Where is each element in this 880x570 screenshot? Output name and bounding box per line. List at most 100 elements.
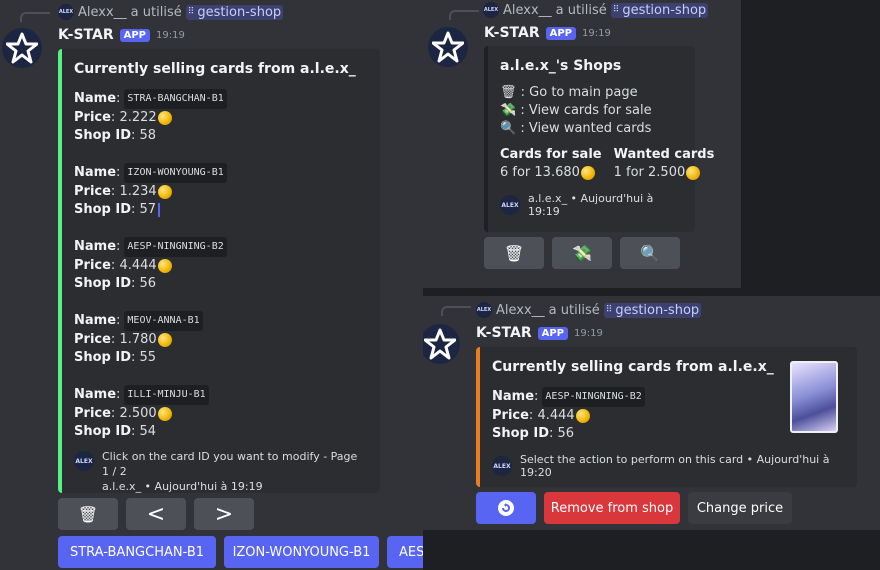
coin-icon: [157, 259, 172, 273]
embed-title: Currently selling cards from a.l.e.x_: [74, 61, 356, 77]
bot-name[interactable]: K-STAR: [476, 325, 532, 341]
card-button-aesp-ningning[interactable]: AES: [387, 536, 423, 568]
star-logo-icon: [424, 328, 456, 360]
star-logo-icon: [6, 32, 38, 64]
replier-avatar[interactable]: ALEX: [483, 2, 499, 18]
card-price: 4.444: [119, 258, 157, 273]
footer-author-time: a.l.e.x_ • Aujourd'hui à 19:19: [528, 192, 654, 218]
magnifier-icon: 🔍: [500, 121, 517, 136]
app-badge: APP: [119, 28, 151, 42]
card-name: AESP-NINGNING-B2: [124, 237, 227, 257]
text-cursor: [158, 203, 161, 217]
card-entry: Name: IZON-WONYOUNG-B1 Price: 1.234 Shop ID…: [74, 163, 366, 219]
replier-avatar[interactable]: ALEX: [58, 4, 74, 20]
name-label: Name: [74, 239, 117, 254]
command-mention[interactable]: ⠿ gestion-shop: [185, 4, 284, 20]
card-name: ILLI-MINJU-B1: [124, 385, 209, 405]
wanted-field: Wanted cards 1 for 2.500: [613, 146, 714, 182]
card-price: 2.500: [119, 406, 157, 421]
timestamp[interactable]: 19:19: [574, 328, 603, 339]
name-label: Name: [492, 389, 535, 404]
replier-name[interactable]: Alexx__: [503, 3, 552, 18]
prev-page-button[interactable]: <: [126, 498, 186, 530]
detail-message-panel: ALEX Alexx__ a utilisé ⠿ gestion-shop K-S…: [423, 296, 880, 530]
app-badge: APP: [537, 326, 569, 340]
timestamp[interactable]: 19:19: [156, 30, 185, 41]
card-price: 4.444: [537, 408, 575, 423]
replier-name[interactable]: Alexx__: [496, 303, 545, 318]
main-page-button[interactable]: 🗑: [484, 237, 544, 269]
shops-embed: a.l.e.x_'s Shops 🗑 : Go to main page 💸 :…: [484, 46, 714, 232]
footer-avatar: ALEX: [492, 456, 512, 476]
coin-icon: [157, 407, 172, 421]
embed-footer: ALEX Select the action to perform on thi…: [492, 453, 843, 479]
shop-id-label: Shop ID: [74, 350, 132, 365]
reply-verb: a utilisé: [555, 2, 607, 18]
command-mention[interactable]: ⠿ gestion-shop: [603, 302, 702, 318]
message-header: K-STAR APP 19:19: [58, 27, 185, 43]
bot-name[interactable]: K-STAR: [484, 25, 540, 41]
card-shop-id: 58: [139, 128, 157, 143]
reply-verb: a utilisé: [548, 302, 600, 318]
card-entry: Name: STRA-BANGCHAN-B1 Price: 2.222 Shop ID…: [74, 89, 366, 145]
next-page-button[interactable]: >: [194, 498, 254, 530]
coin-icon: [157, 185, 172, 199]
menu-main-page: 🗑 : Go to main page: [500, 85, 638, 100]
remove-from-shop-button[interactable]: Remove from shop: [544, 492, 680, 524]
wanted-value: 1 for 2.500: [613, 165, 686, 180]
card-name: AESP-NINGNING-B2: [542, 387, 645, 407]
price-label: Price: [74, 184, 111, 199]
trash-icon: 🗑: [500, 85, 517, 100]
replier-name[interactable]: Alexx__: [78, 5, 127, 20]
magnifier-icon: 🔍: [640, 243, 660, 263]
card-button-izon-wonyoung[interactable]: IZON-WONYOUNG-B1: [224, 536, 379, 568]
star-logo-icon: [432, 31, 464, 63]
card-entry: Name: MEOV-ANNA-B1 Price: 1.780 Shop ID: 55: [74, 311, 366, 367]
bot-avatar[interactable]: [2, 28, 42, 68]
shop-id-label: Shop ID: [74, 424, 132, 439]
refresh-button[interactable]: [476, 492, 536, 524]
card-name: MEOV-ANNA-B1: [124, 311, 203, 331]
shop-id-label: Shop ID: [74, 276, 132, 291]
bot-name[interactable]: K-STAR: [58, 27, 114, 43]
command-mention[interactable]: ⠿ gestion-shop: [610, 2, 709, 18]
coin-icon: [686, 166, 701, 180]
menu-wanted-cards: 🔍 : View wanted cards: [500, 121, 652, 136]
card-name: STRA-BANGCHAN-B1: [124, 89, 227, 109]
embed-footer: ALEX a.l.e.x_ • Aujourd'hui à 19:19: [500, 192, 681, 218]
cards-for-sale-button[interactable]: 💸: [552, 237, 612, 269]
slash-command-icon: ⠿: [187, 7, 195, 17]
card-list: Name: STRA-BANGCHAN-B1 Price: 2.222 Shop ID…: [74, 89, 366, 441]
replier-avatar[interactable]: ALEX: [476, 302, 492, 318]
card-thumbnail[interactable]: [790, 361, 838, 433]
name-label: Name: [74, 313, 117, 328]
trash-icon: 🗑: [77, 504, 99, 524]
shop-id-label: Shop ID: [492, 426, 550, 441]
card-button-stra-bangchan[interactable]: STRA-BANGCHAN-B1: [58, 536, 216, 568]
price-label: Price: [74, 406, 111, 421]
card-entry: Name: AESP-NINGNING-B2 Price: 4.444 Shop ID…: [74, 237, 366, 293]
bot-avatar[interactable]: [428, 27, 468, 67]
card-name: IZON-WONYOUNG-B1: [124, 163, 227, 183]
timestamp[interactable]: 19:19: [582, 28, 611, 39]
footer-text: Select the action to perform on this car…: [520, 453, 830, 479]
bot-avatar[interactable]: [423, 324, 460, 364]
shops-message-panel: ALEX Alexx__ a utilisé ⠿ gestion-shop K-S…: [423, 0, 741, 288]
embed-title: a.l.e.x_'s Shops: [500, 58, 622, 74]
card-shop-id: 54: [139, 424, 157, 439]
footer-avatar: ALEX: [500, 195, 520, 215]
slash-command-icon: ⠿: [612, 5, 620, 15]
change-price-button[interactable]: Change price: [688, 492, 792, 524]
money-icon: 💸: [500, 103, 517, 118]
card-shop-id: 57: [139, 202, 157, 217]
coin-icon: [575, 409, 590, 423]
price-label: Price: [74, 258, 111, 273]
wanted-cards-button[interactable]: 🔍: [620, 237, 680, 269]
card-price: 2.222: [119, 110, 157, 125]
home-button[interactable]: 🗑: [58, 498, 118, 530]
trash-icon: 🗑: [503, 243, 525, 263]
card-shop-id: 56: [557, 426, 575, 441]
sale-field: Cards for sale 6 for 13.680: [500, 146, 602, 182]
refresh-icon: [498, 500, 514, 516]
sale-heading: Cards for sale: [500, 147, 602, 162]
